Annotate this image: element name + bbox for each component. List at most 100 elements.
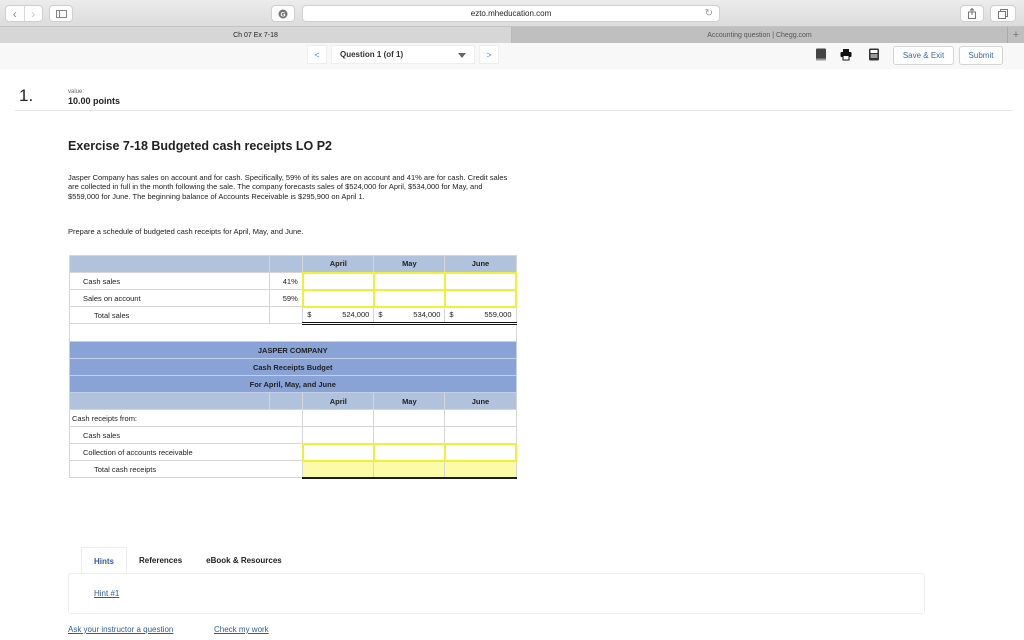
- table-row-cash-sales: Cash sales 41%: [68, 271, 518, 291]
- column-header-april: April: [302, 392, 375, 410]
- hints-panel: Hint #1: [68, 573, 925, 614]
- currency-symbol: $: [378, 310, 383, 320]
- row-percent: 59%: [269, 289, 304, 307]
- column-header-april: April: [302, 255, 375, 273]
- hint-1-link[interactable]: Hint #1: [94, 589, 119, 598]
- budget-period: For April, May, and June: [69, 375, 517, 393]
- column-header-may: May: [373, 392, 446, 410]
- total-receipts-may[interactable]: [373, 459, 446, 479]
- total-sales-may: $534,000: [373, 306, 446, 325]
- cash-sales-april-input[interactable]: [301, 271, 375, 291]
- question-selector[interactable]: Question 1 (of 1): [331, 45, 475, 64]
- cell-value: 559,000: [484, 310, 512, 320]
- exercise-prompt: Prepare a schedule of budgeted cash rece…: [68, 227, 304, 236]
- question-number: 1.: [19, 86, 34, 105]
- tab-ch07[interactable]: Ch 07 Ex 7-18: [0, 27, 512, 43]
- currency-symbol: $: [307, 310, 312, 320]
- company-name: JASPER COMPANY: [69, 341, 517, 359]
- next-question-button[interactable]: >: [479, 45, 499, 64]
- table-header-row: April May June: [68, 255, 517, 273]
- total-sales-april: $524,000: [302, 306, 375, 325]
- browser-tab-bar: Ch 07 Ex 7-18 Accounting question | Cheg…: [0, 27, 1024, 43]
- cell-value: 524,000: [342, 310, 370, 320]
- tab-references[interactable]: References: [127, 547, 194, 574]
- table-row-section: Cash receipts from:: [68, 409, 517, 427]
- total-sales-june: $559,000: [444, 306, 517, 325]
- check-my-work-link[interactable]: Check my work: [214, 625, 269, 634]
- row-percent: 41%: [269, 272, 304, 290]
- row-label: Collection of accounts receivable: [68, 443, 304, 461]
- cell-value: 534,000: [413, 310, 441, 320]
- resource-tabs: Hints References eBook & Resources: [81, 547, 294, 574]
- forward-button[interactable]: ›: [23, 6, 43, 21]
- previous-question-button[interactable]: <: [307, 45, 327, 64]
- printer-icon[interactable]: [840, 48, 852, 61]
- value-label: value:: [68, 89, 85, 95]
- sales-table: April May June Cash sales 41% Sales on a…: [68, 255, 518, 342]
- column-header-june: June: [444, 392, 517, 410]
- ask-instructor-link[interactable]: Ask your instructor a question: [68, 625, 173, 634]
- budget-cash-sales-june: [444, 426, 517, 444]
- extension-button[interactable]: G: [271, 5, 295, 22]
- share-icon: [968, 8, 976, 19]
- url-bar[interactable]: ezto.mheducation.com ↻: [302, 5, 720, 22]
- currency-symbol: $: [449, 310, 454, 320]
- history-nav: ‹ ›: [5, 5, 43, 22]
- tab-chegg[interactable]: Accounting question | Chegg.com: [512, 27, 1007, 43]
- collection-april-input[interactable]: [301, 442, 375, 462]
- exercise-title: Exercise 7-18 Budgeted cash receipts LO …: [68, 139, 333, 153]
- save-exit-button[interactable]: Save & Exit: [893, 46, 954, 65]
- tab-label: Accounting question | Chegg.com: [707, 31, 812, 39]
- question-selector-label: Question 1 (of 1): [340, 50, 404, 59]
- book-icon[interactable]: [815, 48, 827, 61]
- assignment-header: < Question 1 (of 1) > Save & Exit Submit: [0, 43, 1024, 69]
- tabs-overview-button[interactable]: [990, 5, 1016, 22]
- column-header-may: May: [373, 255, 446, 273]
- divider: [15, 110, 1013, 111]
- row-label: Total sales: [68, 306, 271, 324]
- share-button[interactable]: [960, 5, 984, 22]
- tab-hints[interactable]: Hints: [81, 547, 127, 574]
- sales-on-account-april-input[interactable]: [301, 288, 375, 308]
- total-receipts-june[interactable]: [444, 459, 517, 479]
- table-row-total-receipts: Total cash receipts: [68, 459, 517, 479]
- row-label: Total cash receipts: [68, 460, 304, 478]
- tabs-icon: [998, 8, 1008, 19]
- column-header-june: June: [444, 255, 517, 273]
- url-text: ezto.mheducation.com: [470, 9, 552, 18]
- table-header-row: April May June: [68, 392, 517, 410]
- table-row-total-sales: Total sales $524,000 $534,000 $559,000: [68, 306, 517, 325]
- question-points: 10.00 points: [68, 96, 121, 106]
- browser-toolbar: ‹ › G ezto.mheducation.com ↻: [0, 0, 1024, 27]
- budget-cash-sales-april: [302, 426, 375, 444]
- row-label: Sales on account: [68, 289, 271, 307]
- new-tab-button[interactable]: +: [1007, 27, 1024, 43]
- tab-label: Ch 07 Ex 7-18: [233, 31, 278, 39]
- cash-receipts-budget-table: JASPER COMPANY Cash Receipts Budget For …: [68, 341, 518, 479]
- back-button[interactable]: ‹: [6, 6, 24, 21]
- total-receipts-april[interactable]: [302, 459, 375, 479]
- exercise-description: Jasper Company has sales on account and …: [68, 173, 508, 201]
- sidebar-icon: [55, 9, 67, 18]
- collection-may-input[interactable]: [372, 442, 446, 462]
- table-row-sales-on-account: Sales on account 59%: [68, 288, 518, 308]
- row-label: Cash sales: [68, 272, 271, 290]
- sidebar-toggle-button[interactable]: [49, 5, 73, 22]
- sales-on-account-june-input[interactable]: [443, 288, 518, 308]
- cash-sales-may-input[interactable]: [372, 271, 446, 291]
- cash-sales-june-input[interactable]: [443, 271, 518, 291]
- table-row-collections: Collection of accounts receivable: [68, 442, 518, 462]
- budget-title: Cash Receipts Budget: [69, 358, 517, 376]
- section-label: Cash receipts from:: [68, 409, 304, 427]
- table-row-cash-sales: Cash sales: [68, 426, 517, 444]
- svg-text:G: G: [280, 11, 285, 18]
- submit-button[interactable]: Submit: [959, 46, 1003, 65]
- row-label: Cash sales: [68, 426, 304, 444]
- reload-icon[interactable]: ↻: [705, 8, 713, 19]
- grammarly-icon: G: [278, 9, 288, 18]
- budget-cash-sales-may: [373, 426, 446, 444]
- sales-on-account-may-input[interactable]: [372, 288, 446, 308]
- collection-june-input[interactable]: [443, 442, 518, 462]
- calculator-icon[interactable]: [868, 48, 880, 61]
- tab-ebook-resources[interactable]: eBook & Resources: [194, 547, 294, 574]
